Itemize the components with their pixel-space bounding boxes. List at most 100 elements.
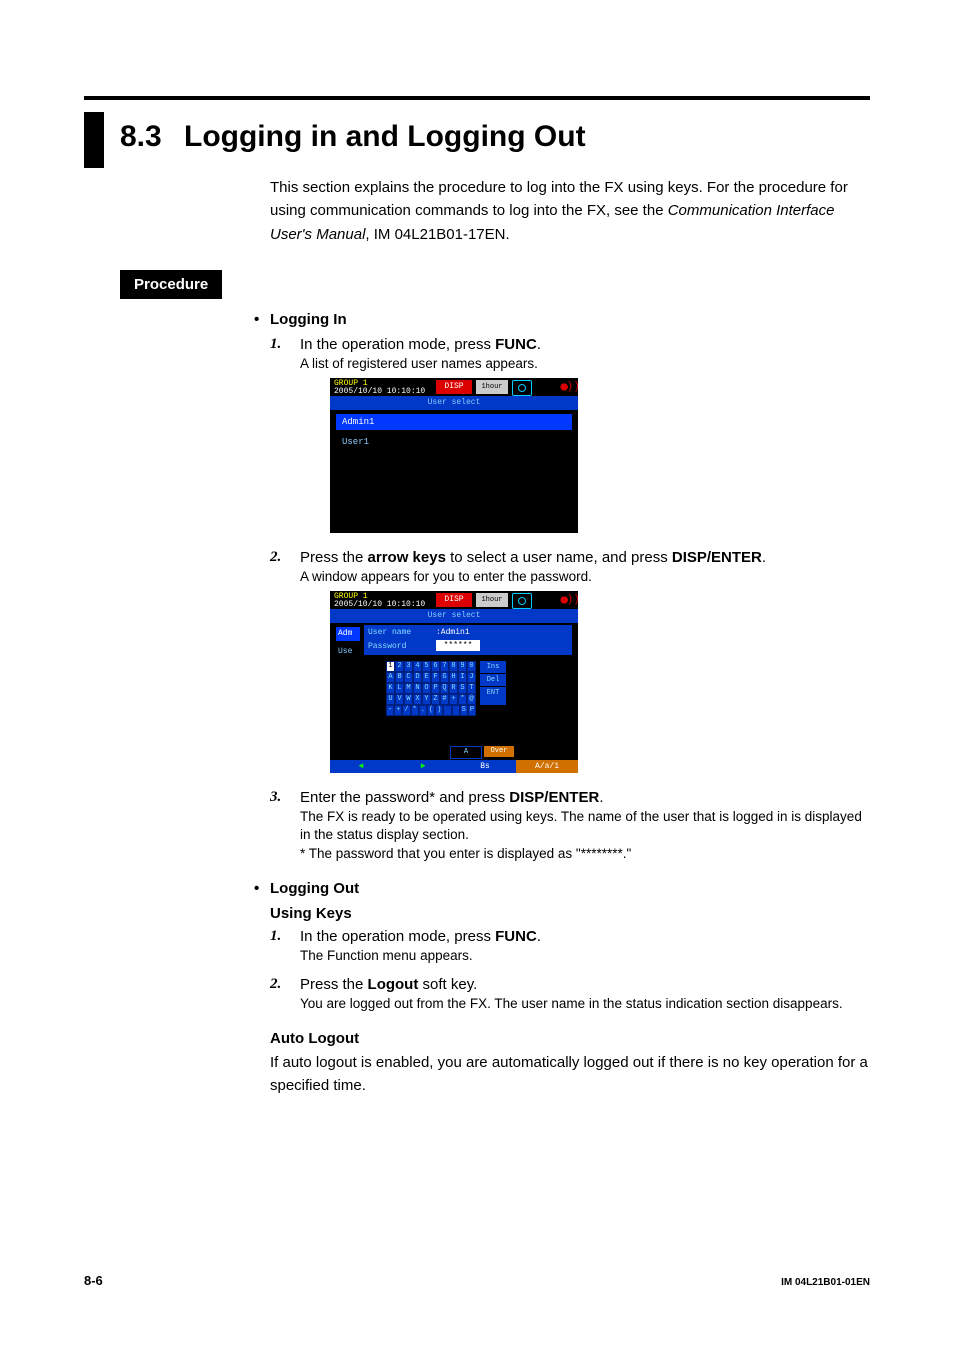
kbd-row: -+/*.() SP — [386, 705, 476, 716]
logout-step-2: 2. Press the Logout soft key. You are lo… — [300, 974, 870, 1014]
kbd-key: L — [395, 683, 404, 694]
login-step-1: 1. In the operation mode, press FUNC. A … — [300, 334, 870, 533]
kbd-key: / — [402, 705, 410, 716]
intro-text-c: , IM 04L21B01-17EN. — [365, 226, 509, 243]
camera-icon — [512, 380, 532, 396]
step-text: Press the — [300, 549, 368, 566]
step-text: In the operation mode, press — [300, 336, 495, 353]
step-number: 2. — [270, 547, 281, 568]
step-subtext: The FX is ready to be operated using key… — [300, 808, 870, 846]
kbd-key: K — [386, 683, 395, 694]
kbd-key: 3 — [404, 661, 413, 672]
step-text-end: soft key. — [418, 976, 477, 993]
kbd-key: X — [413, 694, 422, 705]
kbd-key: + — [449, 694, 458, 705]
kbd-row: KLMNOPQRST — [386, 683, 476, 694]
case-toggle-button: A/a/1 — [516, 760, 578, 773]
kbd-key: 1 — [386, 661, 395, 672]
intro-paragraph: This section explains the procedure to l… — [270, 176, 870, 246]
shot-status-bar: GROUP 1 2005/10/10 10:10:10 DISP 1hour ●… — [330, 378, 578, 396]
kbd-key: * — [458, 694, 467, 705]
kbd-key: B — [395, 672, 404, 683]
kbd-key: J — [467, 672, 476, 683]
kbd-key: * — [411, 705, 419, 716]
disp-badge-icon: DISP — [436, 593, 472, 607]
kbd-key: ) — [435, 705, 443, 716]
step-subtext: A list of registered user names appears. — [300, 355, 870, 374]
kbd-side-buttons: Ins Del ENT — [480, 661, 506, 706]
left-arrow-icon: ◄ — [359, 762, 364, 771]
shot-titlebar: User select — [330, 609, 578, 623]
kbd-key: Q — [440, 683, 449, 694]
logout-step-1: 1. In the operation mode, press FUNC. Th… — [300, 926, 870, 966]
login-step-3: 3. Enter the password* and press DISP/EN… — [300, 787, 870, 865]
logging-out-section: Logging Out Using Keys 1. In the operati… — [270, 878, 870, 1097]
kbd-key: . — [419, 705, 427, 716]
step-text-end: . — [599, 789, 603, 806]
kbd-key: S — [458, 683, 467, 694]
kbd-key: O — [422, 683, 431, 694]
step-number: 1. — [270, 926, 281, 947]
kbd-key — [452, 705, 460, 716]
kbd-key: + — [394, 705, 402, 716]
step-key: DISP/ENTER — [672, 549, 762, 566]
user-name-label: User name — [368, 627, 411, 638]
kbd-key: T — [467, 683, 476, 694]
over-button: Over — [484, 746, 514, 757]
kbd-key: M — [404, 683, 413, 694]
side-row: Use — [336, 645, 360, 659]
onscreen-keyboard: 1234567890 ABCDEFGHIJ KLMNOPQRST UVWXYZ#… — [386, 661, 476, 716]
step-text-end: . — [762, 549, 766, 566]
shot-datetime: 2005/10/10 10:10:10 — [334, 387, 425, 396]
speaker-icon: ●)) — [560, 380, 574, 394]
logging-in-section: Logging In 1. In the operation mode, pre… — [270, 309, 870, 864]
kbd-key: @ — [467, 694, 476, 705]
del-button: Del — [480, 674, 506, 686]
page-number: 8-6 — [84, 1272, 103, 1290]
speaker-icon: ●)) — [560, 593, 574, 607]
step-subtext: A window appears for you to enter the pa… — [300, 568, 870, 587]
step-text: to select a user name, and press — [446, 549, 672, 566]
kbd-bottom-bar: ◄ ► Bs A/a/1 — [330, 760, 578, 773]
kbd-key: 9 — [458, 661, 467, 672]
step-text: Press the — [300, 976, 368, 993]
step-key: DISP/ENTER — [509, 789, 599, 806]
step-text: Enter the password* and press — [300, 789, 509, 806]
kbd-key: D — [413, 672, 422, 683]
step-footnote: * The password that you enter is display… — [300, 845, 870, 864]
top-rule — [84, 96, 870, 100]
kbd-key: A — [386, 672, 395, 683]
step-number: 1. — [270, 334, 281, 355]
disp-badge-icon: DISP — [436, 380, 472, 394]
ent-button: ENT — [480, 687, 506, 705]
kbd-key: 0 — [467, 661, 476, 672]
shot-status-bar: GROUP 1 2005/10/10 10:10:10 DISP 1hour ●… — [330, 591, 578, 609]
kbd-key: C — [404, 672, 413, 683]
kbd-key: F — [431, 672, 440, 683]
password-field: ****** — [436, 640, 480, 651]
kbd-key: W — [404, 694, 413, 705]
kbd-key: N — [413, 683, 422, 694]
logging-out-heading: Logging Out — [270, 878, 870, 899]
chapter-title: Logging in and Logging Out — [184, 116, 586, 158]
shot-titlebar: User select — [330, 396, 578, 410]
tick-label: 1hour — [476, 380, 508, 394]
using-keys-subhead: Using Keys — [270, 903, 870, 924]
kbd-key: E — [422, 672, 431, 683]
kbd-key: 5 — [422, 661, 431, 672]
kbd-key: R — [449, 683, 458, 694]
kbd-row: 1234567890 — [386, 661, 476, 672]
screenshot-password-entry: GROUP 1 2005/10/10 10:10:10 DISP 1hour ●… — [330, 591, 578, 773]
kbd-key: H — [449, 672, 458, 683]
tick-label: 1hour — [476, 593, 508, 607]
step-subtext: The Function menu appears. — [300, 947, 870, 966]
step-key: FUNC — [495, 336, 537, 353]
kbd-key: ( — [427, 705, 435, 716]
password-label: Password — [368, 641, 406, 652]
kbd-key: I — [458, 672, 467, 683]
kbd-key: - — [386, 705, 394, 716]
kbd-key: S — [460, 705, 468, 716]
kbd-key: 6 — [431, 661, 440, 672]
camera-icon — [512, 593, 532, 609]
step-key: Logout — [368, 976, 419, 993]
